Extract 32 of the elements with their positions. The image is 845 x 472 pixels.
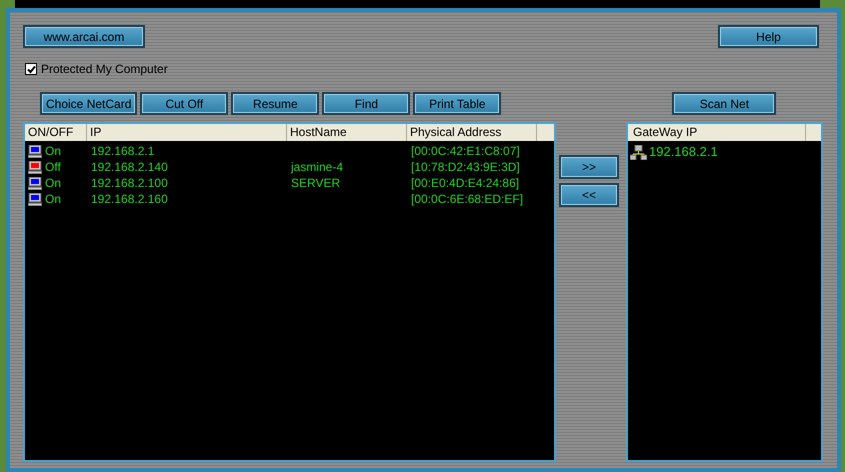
table-cell: 192.168.2.140 — [91, 160, 168, 174]
scan-net-button[interactable]: Scan Net — [672, 92, 776, 115]
table-cell-text: On — [45, 191, 62, 208]
network-icon — [630, 144, 647, 160]
table-cell: [10:78:D2:43:9E:3D] — [411, 160, 520, 174]
checkbox[interactable] — [25, 63, 37, 75]
column-header[interactable]: Physical Address — [407, 124, 537, 141]
website-link-button[interactable]: www.arcai.com — [23, 25, 145, 48]
help-button[interactable]: Help — [718, 25, 819, 48]
column-header[interactable]: IP — [87, 124, 287, 141]
table-cell: jasmine-4 — [291, 160, 344, 174]
move-button[interactable]: << — [559, 183, 619, 207]
toolbar-button[interactable]: Choice NetCard — [40, 92, 138, 115]
table-cell: [00:E0:4D:E4:24:86] — [411, 176, 520, 190]
table-cell: 192.168.2.1 — [91, 144, 154, 158]
toolbar-button[interactable]: Find — [322, 92, 410, 115]
table-cell: 192.168.2.160 — [91, 192, 168, 206]
toolbar-button[interactable]: Cut Off — [140, 92, 228, 115]
table-cell: [00:0C:6E:68:ED:EF] — [411, 192, 524, 206]
move-button[interactable]: >> — [559, 155, 619, 179]
toolbar-button[interactable]: Print Table — [413, 92, 502, 115]
table-cell-text: On — [45, 143, 62, 160]
checkbox-label: Protected My Computer — [41, 61, 168, 78]
toolbar-button[interactable]: Resume — [231, 92, 320, 115]
table-cell: [00:0C:42:E1:C8:07] — [411, 144, 520, 158]
table-cell-text: On — [45, 175, 62, 192]
table-cell-text: Off — [45, 159, 61, 176]
table-cell: SERVER — [291, 176, 340, 190]
gateway-ip: 192.168.2.1 — [649, 143, 718, 162]
column-header[interactable]: ON/OFF — [25, 124, 87, 141]
table-cell: 192.168.2.100 — [91, 176, 168, 190]
column-header[interactable]: HostName — [287, 124, 407, 141]
